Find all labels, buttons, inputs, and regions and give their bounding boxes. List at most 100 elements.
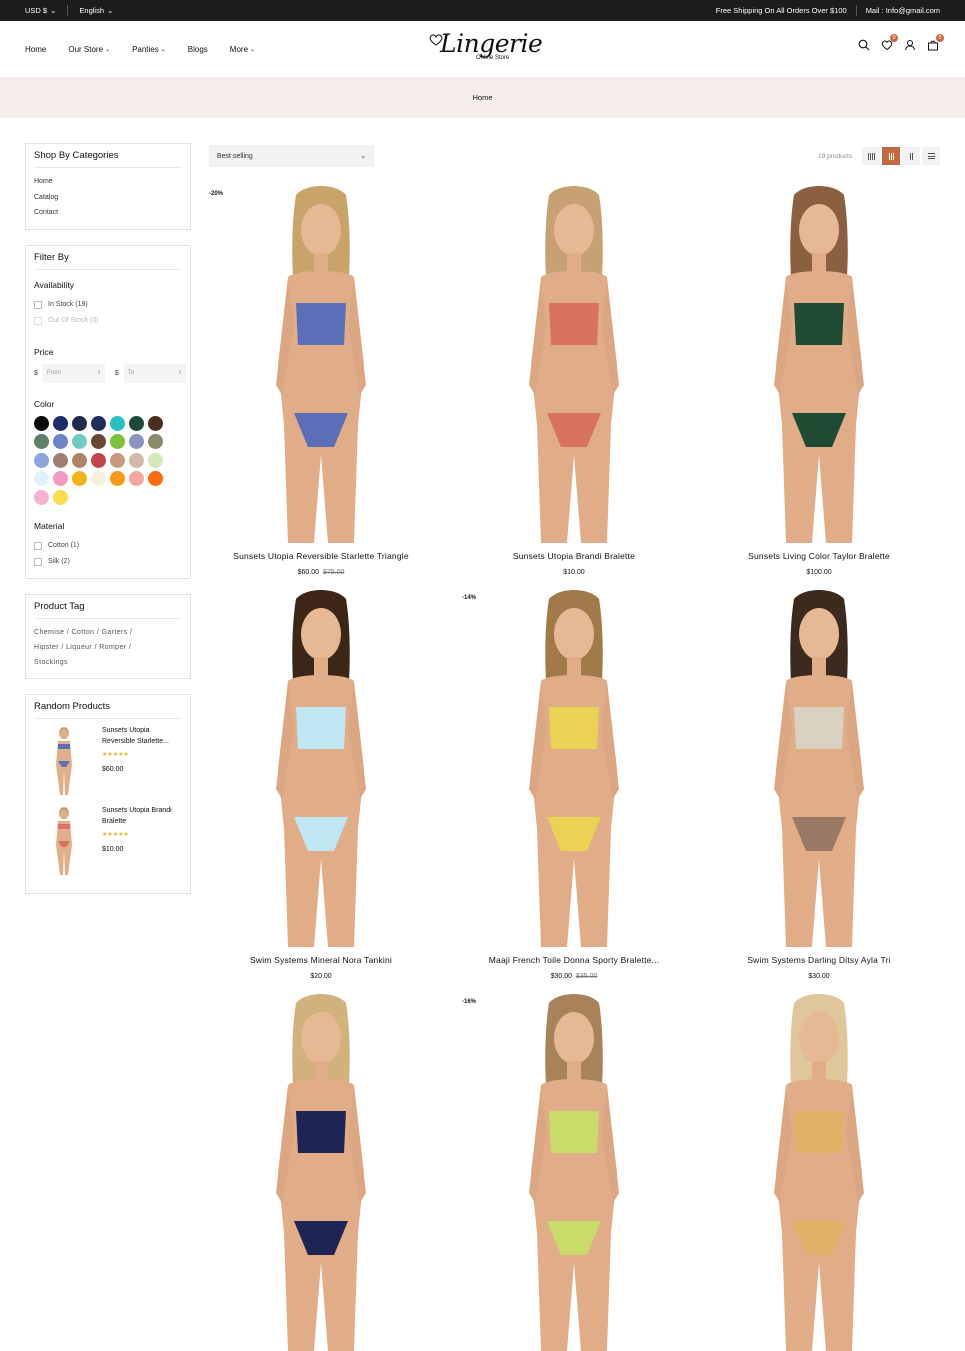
product-card[interactable]: Sunsets Living Color Taylor Bralette $10… [707,185,931,576]
color-swatch[interactable] [91,471,106,486]
product-image[interactable] [707,993,931,1351]
product-card[interactable]: -14% Maaji French Toile Donna Sporty Bra… [462,589,686,980]
product-image[interactable] [707,185,931,543]
product-price-row: $60.00 $75.00 [209,569,433,576]
user-icon[interactable] [904,39,916,51]
color-swatch[interactable] [34,434,49,449]
color-swatch[interactable] [148,471,163,486]
currency-selector[interactable]: USD $ ⌄ [25,6,56,15]
random-product-name[interactable]: Sunsets Utopia Brandi Bralette [102,805,182,827]
product-card[interactable]: Swim Systems Darling Ditsy Ayla Tri $30.… [707,589,931,980]
color-swatch[interactable] [72,434,87,449]
model-image [276,186,366,543]
color-swatch[interactable] [129,471,144,486]
color-swatch[interactable] [148,415,163,431]
nav-more[interactable]: More ⌄ [230,45,255,54]
color-swatch[interactable] [53,434,68,449]
cart-icon[interactable]: 0 [927,34,944,51]
product-card[interactable]: Sunsets Utopia Brandi Bralette $10.00 [462,185,686,576]
product-card[interactable] [707,993,931,1351]
search-icon[interactable] [858,39,870,51]
nav-blogs[interactable]: Blogs [188,45,208,54]
color-swatch[interactable] [148,452,163,468]
stepper-icon: ⇕ [96,370,101,376]
random-product-name[interactable]: Sunsets Utopia Reversible Starlette... [102,725,182,747]
color-swatch[interactable] [110,452,125,468]
product-image[interactable]: -14% [462,589,686,947]
list-view-icon[interactable] [922,147,940,165]
tag-line[interactable]: Stockings [34,655,182,670]
product-card[interactable]: -16% [462,993,686,1351]
product-image[interactable]: -20% [209,185,433,543]
color-swatch[interactable] [91,452,106,468]
color-swatch[interactable] [53,415,68,431]
product-image[interactable] [209,589,433,947]
color-swatch[interactable] [34,471,49,486]
grid-3-view-icon[interactable] [882,147,900,165]
wishlist-icon[interactable]: 0 [881,34,898,51]
product-name[interactable]: Swim Systems Darling Ditsy Ayla Tri [707,955,931,965]
color-swatch[interactable] [110,471,125,486]
material-silk-checkbox[interactable]: Silk (2) [34,554,182,570]
nav-panties[interactable]: Panties ⌄ [132,45,166,54]
random-products-box: Random Products Sunsets Utopia Reversibl… [25,693,191,894]
random-product[interactable]: Sunsets Utopia Brandi Bralette ★★★★★ $10… [34,805,182,877]
product-name[interactable]: Sunsets Utopia Brandi Bralette [462,551,686,561]
color-swatch[interactable] [72,471,87,486]
product-image[interactable] [462,185,686,543]
color-swatch[interactable] [91,415,106,431]
random-product-image[interactable] [34,725,94,797]
product-name[interactable]: Sunsets Living Color Taylor Bralette [707,551,931,561]
color-swatch[interactable] [53,452,68,468]
language-selector[interactable]: English ⌄ [79,6,113,15]
nav-home[interactable]: Home [25,45,46,54]
breadcrumb-home[interactable]: Home [472,93,492,102]
listing-toolbar: Best selling ⌄ 19 products [209,145,940,167]
product-name[interactable]: Sunsets Utopia Reversible Starlette Tria… [209,551,433,561]
color-swatch[interactable] [34,489,49,505]
color-swatch[interactable] [72,415,87,431]
color-swatch[interactable] [129,415,144,431]
tag-line[interactable]: Chemise / Cotton / Garters / [34,625,182,640]
out-of-stock-checkbox[interactable]: Out Of Stock (0) [34,313,182,329]
color-swatch[interactable] [129,452,144,468]
category-link-catalog[interactable]: Catalog [34,190,182,206]
color-swatch[interactable] [53,471,68,486]
random-product[interactable]: Sunsets Utopia Reversible Starlette... ★… [34,725,182,797]
color-swatch[interactable] [72,452,87,468]
category-link-home[interactable]: Home [34,174,182,190]
color-swatch[interactable] [129,434,144,449]
tag-line[interactable]: Hipster / Liqueur / Romper / [34,640,182,655]
category-link-contact[interactable]: Contact [34,205,182,221]
color-swatch[interactable] [110,415,125,431]
color-swatch[interactable] [53,489,68,505]
color-swatch[interactable] [148,434,163,449]
product-card[interactable]: Swim Systems Mineral Nora Tankini $20.00 [209,589,433,980]
product-card[interactable] [209,993,433,1351]
random-product-image[interactable] [34,805,94,877]
grid-2-view-icon[interactable] [902,147,920,165]
product-card[interactable]: -20% Sunsets Utopia Reversible Starlette… [209,185,433,576]
product-name[interactable]: Swim Systems Mineral Nora Tankini [209,955,433,965]
price-title: Price [34,346,54,357]
color-swatch[interactable] [34,415,49,431]
material-title: Material [34,520,65,531]
logo[interactable]: Lingerie Online Store [428,29,543,69]
price-from-input[interactable]: From ⇕ [42,363,105,383]
product-image[interactable]: -16% [462,993,686,1351]
nav-our-store[interactable]: Our Store ⌄ [68,45,110,54]
color-swatch[interactable] [110,434,125,449]
product-image[interactable] [209,993,433,1351]
product-image[interactable] [707,589,931,947]
in-stock-checkbox[interactable]: In Stock (19) [34,297,182,313]
material-cotton-checkbox[interactable]: Cotton (1) [34,538,182,554]
price-to-input[interactable]: To ⇕ [123,363,186,383]
mail-link[interactable]: Mail : Info@gmail.com [866,6,940,15]
product-price: $20.00 [310,973,332,980]
sort-select[interactable]: Best selling ⌄ [209,145,374,167]
color-swatch[interactable] [91,434,106,449]
product-name[interactable]: Maaji French Toile Donna Sporty Bralette… [462,955,686,965]
color-swatch[interactable] [34,452,49,468]
grid-4-view-icon[interactable] [862,147,880,165]
model-image [529,590,619,947]
